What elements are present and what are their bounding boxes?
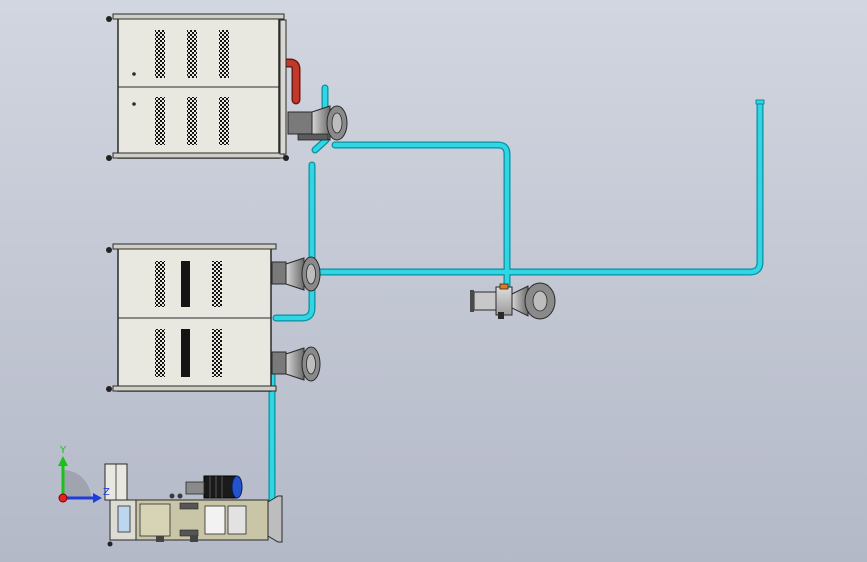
fan-standalone[interactable]	[470, 282, 556, 320]
vent-grille	[181, 261, 190, 307]
cad-viewport[interactable]: Y Z	[0, 0, 867, 562]
vent-grille	[212, 261, 222, 307]
vent-grille	[187, 97, 197, 145]
vent-grille	[155, 97, 165, 145]
vent-grille	[219, 97, 229, 145]
x-axis-arrow	[58, 493, 68, 503]
vent-grille	[219, 30, 229, 78]
vent-grille	[212, 329, 222, 377]
fan-middle-upper[interactable]	[271, 256, 321, 292]
pump-skid-bottom[interactable]	[104, 463, 283, 547]
vent-grille	[155, 30, 165, 78]
cabinet-top[interactable]	[106, 13, 289, 161]
vent-grille	[187, 30, 197, 78]
coordinate-triad: Y Z	[58, 445, 110, 503]
pipe-long-horizontal	[297, 100, 763, 275]
vent-grille	[155, 261, 165, 307]
axis-label-z: Z	[103, 487, 110, 498]
fan-top[interactable]	[287, 105, 348, 141]
vent-grille	[155, 329, 165, 377]
axis-label-y: Y	[59, 445, 67, 456]
pipe-vertical-manifold	[273, 162, 315, 321]
fan-middle-lower[interactable]	[271, 346, 321, 382]
vent-grille	[181, 329, 190, 377]
cabinet-middle[interactable]	[106, 243, 277, 392]
